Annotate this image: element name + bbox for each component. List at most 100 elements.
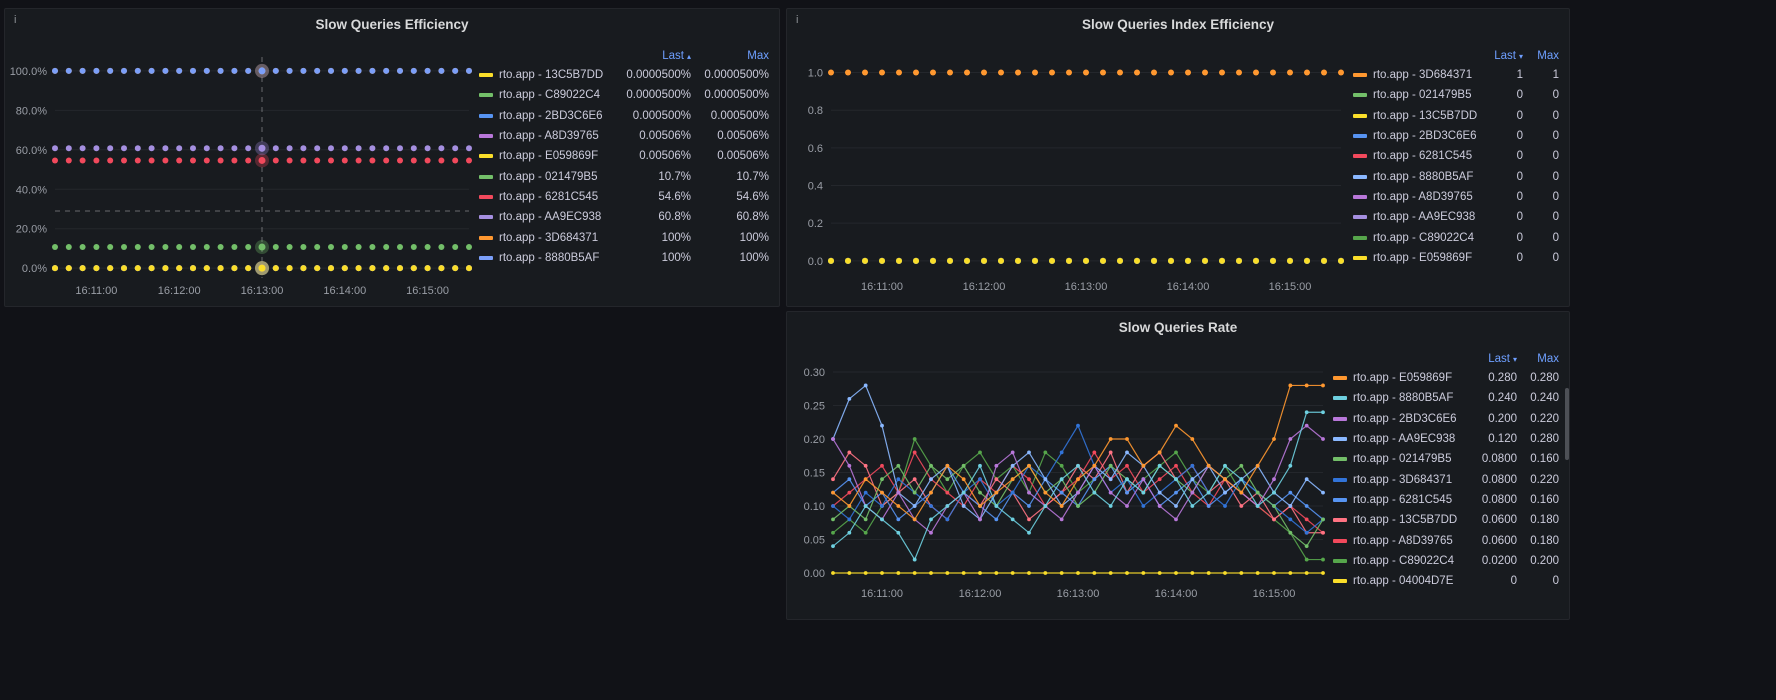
series-color-swatch <box>1353 174 1367 179</box>
series-name[interactable]: rto.app - 13C5B7DD <box>1353 514 1467 526</box>
x-axis-label: 16:14:00 <box>1155 588 1198 600</box>
series-name[interactable]: rto.app - 3D684371 <box>499 232 619 244</box>
series-rto-app-8880B5AF[interactable] <box>831 410 1325 562</box>
series-last-value: 10.7% <box>658 170 691 183</box>
series-name[interactable]: rto.app - 04004D7E <box>1353 575 1467 587</box>
legend-scrollbar[interactable] <box>1565 388 1569 460</box>
series-rto-app-C89022C4[interactable] <box>831 437 1325 562</box>
series-last-value: 0.240 <box>1488 392 1517 405</box>
legend-series-item[interactable]: rto.app - 3D684371 1 1 <box>1353 65 1559 85</box>
series-name[interactable]: rto.app - E059869F <box>499 150 619 162</box>
series-name[interactable]: rto.app - 2BD3C6E6 <box>1353 413 1467 425</box>
series-name[interactable]: rto.app - 3D684371 <box>1353 474 1467 486</box>
series-last-value: 0.0800 <box>1481 493 1517 506</box>
series-name[interactable]: rto.app - 2BD3C6E6 <box>1373 130 1481 142</box>
legend-series-item[interactable]: rto.app - 8880B5AF 0 0 <box>1353 166 1559 186</box>
legend-series-item[interactable]: rto.app - 021479B5 0.0800 0.160 <box>1333 449 1559 469</box>
legend-series-item[interactable]: rto.app - C89022C4 0.0000500% 0.0000500% <box>479 85 769 105</box>
y-axis-label: 20.0% <box>16 224 47 236</box>
series-name[interactable]: rto.app - A8D39765 <box>1353 535 1467 547</box>
legend-series-item[interactable]: rto.app - E059869F 0.280 0.280 <box>1333 368 1559 388</box>
legend-col-max[interactable]: Max <box>1523 50 1559 62</box>
y-axis-label: 0.6 <box>808 143 823 155</box>
series-name[interactable]: rto.app - 13C5B7DD <box>1373 110 1481 122</box>
legend-series-item[interactable]: rto.app - A8D39765 0.0600 0.180 <box>1333 530 1559 550</box>
series-name[interactable]: rto.app - 8880B5AF <box>1373 171 1481 183</box>
series-name[interactable]: rto.app - 6281C545 <box>1353 494 1467 506</box>
legend-series-item[interactable]: rto.app - 021479B5 10.7% 10.7% <box>479 166 769 186</box>
series-max-value: 10.7% <box>736 170 769 183</box>
legend-series-item[interactable]: rto.app - AA9EC938 60.8% 60.8% <box>479 207 769 227</box>
panel-info-icon[interactable]: i <box>796 14 798 26</box>
chart-canvas[interactable]: 0.0 0.2 0.4 0.6 0.8 1.0 16:11:00 16:12:00 16:13:… <box>787 39 1353 304</box>
legend-series-item[interactable]: rto.app - E059869F 0.00506% 0.00506% <box>479 146 769 166</box>
y-axis-label: 0.20 <box>804 434 825 446</box>
series-name[interactable]: rto.app - AA9EC938 <box>1353 433 1467 445</box>
legend-series-item[interactable]: rto.app - 13C5B7DD 0 0 <box>1353 106 1559 126</box>
legend-series-item[interactable]: rto.app - 2BD3C6E6 0.200 0.220 <box>1333 409 1559 429</box>
legend-series-item[interactable]: rto.app - 6281C545 54.6% 54.6% <box>479 187 769 207</box>
series-name[interactable]: rto.app - A8D39765 <box>1373 191 1481 203</box>
legend-series-item[interactable]: rto.app - 13C5B7DD 0.0000500% 0.0000500% <box>479 65 769 85</box>
series-name[interactable]: rto.app - E059869F <box>1373 252 1481 264</box>
legend-series-item[interactable]: rto.app - 021479B5 0 0 <box>1353 85 1559 105</box>
series-name[interactable]: rto.app - 8880B5AF <box>499 252 619 264</box>
panel-body: 0.0 0.2 0.4 0.6 0.8 1.0 16:11:00 16:12:00 16:13:… <box>787 39 1569 306</box>
x-axis-label: 16:14:00 <box>323 285 366 297</box>
panel-title[interactable]: Slow Queries Index Efficiency <box>1082 17 1274 32</box>
series-max-value: 0 <box>1552 150 1559 163</box>
series-color-swatch <box>479 235 493 240</box>
series-rto-app-04004D7E[interactable] <box>831 571 1325 575</box>
series-name[interactable]: rto.app - A8D39765 <box>499 130 619 142</box>
legend-series-item[interactable]: rto.app - AA9EC938 0.120 0.280 <box>1333 429 1559 449</box>
legend-series-item[interactable]: rto.app - 2BD3C6E6 0.000500% 0.000500% <box>479 106 769 126</box>
y-axis-label: 40.0% <box>16 184 47 196</box>
series-name[interactable]: rto.app - 8880B5AF <box>1353 392 1467 404</box>
legend-series-item[interactable]: rto.app - 8880B5AF 0.240 0.240 <box>1333 388 1559 408</box>
series-last-value: 0 <box>1510 575 1517 588</box>
legend-series-item[interactable]: rto.app - AA9EC938 0 0 <box>1353 207 1559 227</box>
series-color-swatch <box>1353 235 1367 240</box>
series-name[interactable]: rto.app - E059869F <box>1353 372 1467 384</box>
series-max-value: 54.6% <box>736 190 769 203</box>
series-name[interactable]: rto.app - AA9EC938 <box>1373 211 1481 223</box>
series-color-swatch <box>479 73 493 78</box>
legend-series-item[interactable]: rto.app - C89022C4 0.0200 0.200 <box>1333 551 1559 571</box>
legend-series-item[interactable]: rto.app - 6281C545 0 0 <box>1353 146 1559 166</box>
series-name[interactable]: rto.app - C89022C4 <box>1373 232 1481 244</box>
legend-series-item[interactable]: rto.app - 13C5B7DD 0.0600 0.180 <box>1333 510 1559 530</box>
series-name[interactable]: rto.app - 2BD3C6E6 <box>499 110 619 122</box>
chart-canvas[interactable]: 0.0% 20.0% 40.0% 60.0% 80.0% 100.0% 16:11:00 16… <box>5 39 479 304</box>
panel-title[interactable]: Slow Queries Rate <box>1119 320 1238 335</box>
series-max-value: 0.220 <box>1530 412 1559 425</box>
legend-series-item[interactable]: rto.app - 8880B5AF 100% 100% <box>479 248 769 268</box>
legend-sort-last[interactable]: Last ▴ <box>619 50 691 62</box>
legend-series-item[interactable]: rto.app - 3D684371 100% 100% <box>479 227 769 247</box>
series-name[interactable]: rto.app - 6281C545 <box>499 191 619 203</box>
panel-info-icon[interactable]: i <box>14 14 16 26</box>
series-name[interactable]: rto.app - 021479B5 <box>499 171 619 183</box>
legend-series-item[interactable]: rto.app - 6281C545 0.0800 0.160 <box>1333 490 1559 510</box>
panel-title[interactable]: Slow Queries Efficiency <box>315 17 468 32</box>
panel-body: 0.00 0.05 0.10 0.15 0.20 0.25 0.30 16:11:00 16:1… <box>787 342 1569 619</box>
legend-sort-last[interactable]: Last ▾ <box>1481 50 1523 62</box>
series-name[interactable]: rto.app - 021479B5 <box>1373 89 1481 101</box>
legend-series-item[interactable]: rto.app - E059869F 0 0 <box>1353 248 1559 268</box>
legend-sort-last[interactable]: Last ▾ <box>1467 353 1517 365</box>
series-name[interactable]: rto.app - C89022C4 <box>1353 555 1467 567</box>
legend-series-item[interactable]: rto.app - A8D39765 0 0 <box>1353 187 1559 207</box>
legend-series-item[interactable]: rto.app - C89022C4 0 0 <box>1353 227 1559 247</box>
series-name[interactable]: rto.app - 3D684371 <box>1373 69 1481 81</box>
series-name[interactable]: rto.app - AA9EC938 <box>499 211 619 223</box>
series-name[interactable]: rto.app - 6281C545 <box>1373 150 1481 162</box>
chart-canvas[interactable]: 0.00 0.05 0.10 0.15 0.20 0.25 0.30 16:11:00 16:1… <box>787 342 1333 617</box>
series-name[interactable]: rto.app - 021479B5 <box>1353 453 1467 465</box>
legend-series-item[interactable]: rto.app - 04004D7E 0 0 <box>1333 571 1559 591</box>
legend-col-max[interactable]: Max <box>1517 353 1559 365</box>
legend-col-max[interactable]: Max <box>691 50 769 62</box>
series-name[interactable]: rto.app - 13C5B7DD <box>499 69 619 81</box>
series-name[interactable]: rto.app - C89022C4 <box>499 89 619 101</box>
legend-series-item[interactable]: rto.app - 2BD3C6E6 0 0 <box>1353 126 1559 146</box>
legend-series-item[interactable]: rto.app - 3D684371 0.0800 0.220 <box>1333 469 1559 489</box>
legend-series-item[interactable]: rto.app - A8D39765 0.00506% 0.00506% <box>479 126 769 146</box>
